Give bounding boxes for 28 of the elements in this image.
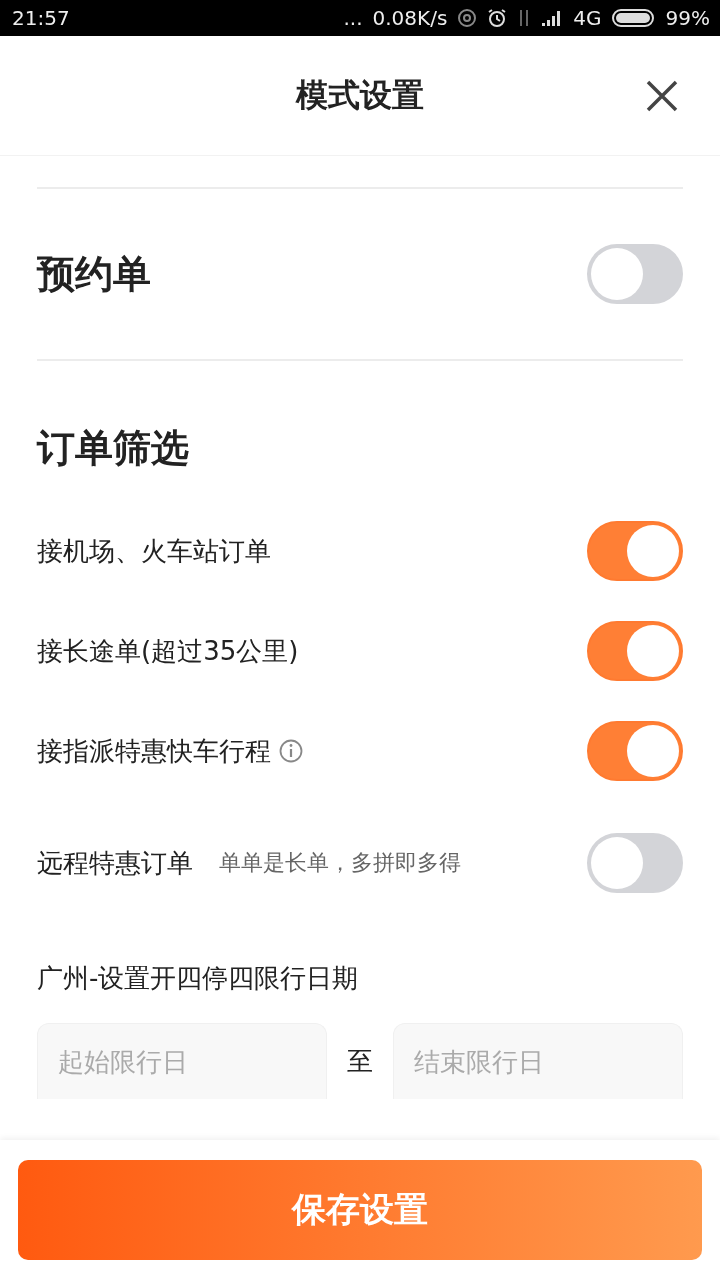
close-button[interactable] [644,78,680,114]
option-subtitle: 单单是长单，多拼即多得 [219,849,461,877]
start-date-field[interactable]: 起始限行日 [37,1023,327,1099]
option-label: 远程特惠订单 [37,846,193,880]
range-separator: 至 [346,1044,374,1078]
toggle-switch[interactable] [587,721,683,781]
save-button[interactable]: 保存设置 [18,1160,702,1260]
toggle-switch[interactable] [587,244,683,304]
option-label: 接指派特惠快车行程 [37,734,271,768]
battery-level: 99% [665,6,710,30]
toggle-switch[interactable] [587,521,683,581]
restriction-label: 广州-设置开四停四限行日期 [37,962,360,995]
toggle-switch[interactable] [587,621,683,681]
battery-icon [611,9,656,27]
option-label: 接机场、火车站订单 [37,534,271,568]
section-title: 订单筛选 [37,425,190,472]
info-icon[interactable] [279,739,303,763]
end-date-field[interactable]: 结束限行日 [393,1023,683,1099]
reservation-label: 预约单 [37,250,151,298]
alarm-icon [487,8,508,28]
hotspot-icon [457,8,478,28]
page-title: 模式设置 [296,74,424,116]
network-speed: 0.08K/s [372,6,448,30]
option-label: 接长途单(超过35公里) [37,634,299,668]
toggle-switch[interactable] [587,833,683,893]
more-notifications: ... [343,6,363,30]
status-time: 21:57 [12,6,70,30]
network-type: 4G [573,6,602,30]
